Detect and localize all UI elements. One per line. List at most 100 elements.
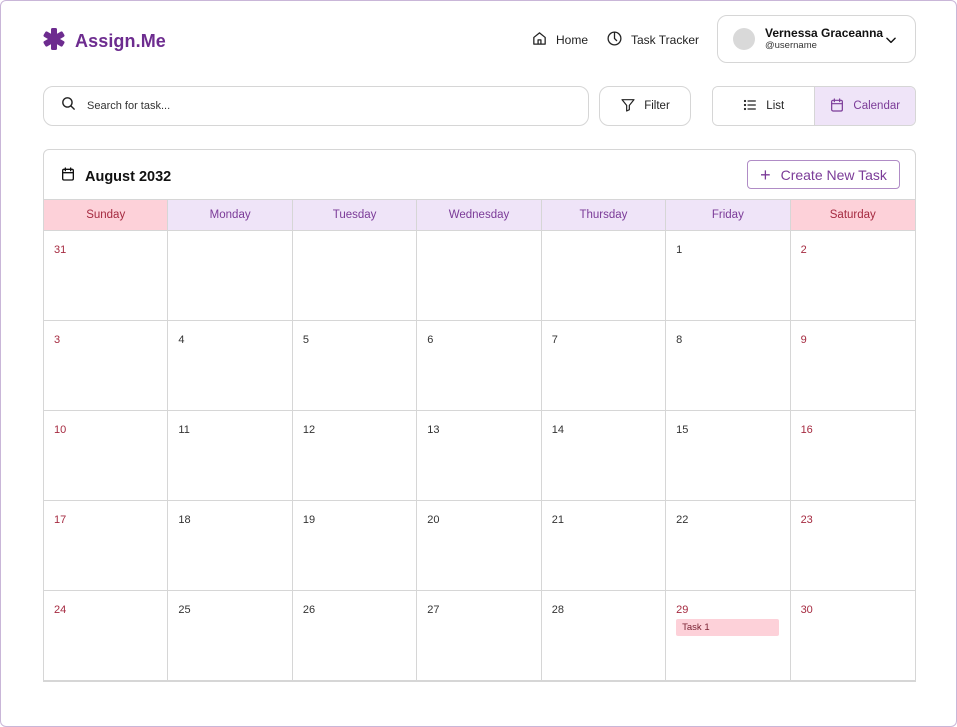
day-number: 2 (800, 244, 807, 256)
calendar-grid: 31 1 2 3 4 5 6 7 8 9 10 11 12 13 14 15 1… (44, 231, 915, 681)
day-number: 22 (676, 514, 689, 526)
day-number: 5 (302, 334, 309, 346)
user-info: Vernessa Graceanna @username (765, 26, 883, 52)
day-cell[interactable]: 11 (168, 411, 293, 501)
day-number: 16 (800, 424, 813, 436)
day-number: 17 (54, 514, 67, 526)
day-cell[interactable]: 1 (666, 231, 791, 321)
day-cell[interactable]: 31 (44, 231, 169, 321)
day-cell[interactable]: 3 (44, 321, 169, 411)
filter-button[interactable]: Filter (599, 86, 691, 126)
calendar-view-button[interactable]: Calendar (814, 87, 915, 125)
day-cell[interactable]: 22 (666, 501, 791, 591)
calendar-header: August 2032 + Create New Task (44, 150, 915, 200)
filter-icon (620, 97, 636, 116)
search-input[interactable] (87, 100, 487, 112)
calendar-panel: August 2032 + Create New Task Sunday Mon… (43, 149, 916, 682)
day-number: 8 (676, 334, 683, 346)
weekday-header: Monday (168, 200, 293, 230)
day-cell[interactable]: 23 (790, 501, 915, 591)
brand-logo[interactable]: Assign.Me (42, 27, 166, 56)
day-cell[interactable]: 16 (790, 411, 915, 501)
view-toggle: List Calendar (712, 86, 916, 126)
user-menu[interactable]: Vernessa Graceanna @username (717, 15, 916, 63)
weekday-header: Sunday (44, 200, 169, 230)
day-cell[interactable]: 25 (168, 591, 293, 681)
month-label: August 2032 (85, 168, 172, 185)
weekday-header-row: Sunday Monday Tuesday Wednesday Thursday… (44, 200, 915, 231)
day-number: 6 (427, 334, 434, 346)
day-number: 3 (54, 334, 61, 346)
day-cell[interactable]: 19 (292, 501, 418, 591)
day-number: 14 (551, 424, 564, 436)
day-cell[interactable]: 7 (541, 321, 667, 411)
search-bar (43, 86, 589, 126)
day-cell[interactable]: 18 (168, 501, 293, 591)
day-cell[interactable] (417, 231, 542, 321)
day-number: 29 (676, 604, 689, 616)
day-number: 21 (551, 514, 564, 526)
day-cell[interactable] (292, 231, 418, 321)
user-handle: @username (765, 40, 817, 51)
day-number: 11 (178, 424, 190, 436)
chevron-down-icon (884, 33, 898, 47)
day-cell[interactable] (168, 231, 293, 321)
list-view-button[interactable]: List (713, 87, 815, 125)
task-chip[interactable]: Task 1 (676, 619, 780, 636)
day-cell[interactable]: 26 (292, 591, 418, 681)
day-cell[interactable]: 27 (417, 591, 542, 681)
day-cell[interactable]: 21 (541, 501, 667, 591)
day-cell[interactable]: 30 (790, 591, 915, 681)
day-cell[interactable]: 14 (541, 411, 667, 501)
day-cell[interactable]: 28 (541, 591, 667, 681)
timer-icon (606, 30, 623, 50)
day-cell[interactable]: 2 (790, 231, 915, 321)
day-cell[interactable]: 9 (790, 321, 915, 411)
day-number: 15 (676, 424, 689, 436)
user-name: Vernessa Graceanna (765, 26, 884, 40)
day-cell[interactable]: 5 (292, 321, 418, 411)
list-icon (742, 97, 758, 116)
day-cell[interactable]: 10 (44, 411, 169, 501)
asterisk-logo-icon (42, 27, 66, 56)
home-icon (531, 30, 548, 50)
weekday-header: Saturday (790, 200, 915, 230)
day-number: 28 (551, 604, 564, 616)
day-cell[interactable]: 12 (292, 411, 418, 501)
day-number: 31 (54, 244, 67, 256)
calendar-icon (60, 166, 76, 187)
nav-task-tracker[interactable]: Task Tracker (606, 30, 699, 50)
day-number: 13 (427, 424, 440, 436)
day-cell[interactable]: 4 (168, 321, 293, 411)
day-number: 4 (178, 334, 185, 346)
day-cell[interactable]: 24 (44, 591, 169, 681)
weekday-header: Thursday (541, 200, 667, 230)
day-cell[interactable]: 17 (44, 501, 169, 591)
day-number: 18 (178, 514, 191, 526)
search-icon (60, 95, 77, 117)
plus-icon: + (760, 164, 771, 185)
month-title: August 2032 (60, 166, 171, 187)
day-number: 10 (54, 424, 67, 436)
day-number: 24 (54, 604, 67, 616)
day-number: 7 (551, 334, 558, 346)
create-task-button[interactable]: + Create New Task (747, 160, 900, 189)
day-cell[interactable]: 15 (666, 411, 791, 501)
weekday-header: Friday (666, 200, 791, 230)
weekday-header: Wednesday (417, 200, 542, 230)
nav-home[interactable]: Home (531, 30, 588, 50)
filter-label: Filter (644, 100, 670, 112)
day-number: 20 (427, 514, 440, 526)
day-cell[interactable]: 8 (666, 321, 791, 411)
day-number: 9 (800, 334, 807, 346)
day-cell[interactable]: 6 (417, 321, 542, 411)
day-cell[interactable]: 29 Task 1 (666, 591, 791, 681)
nav-home-label: Home (556, 33, 589, 47)
day-number: 30 (800, 604, 813, 616)
day-cell[interactable] (541, 231, 667, 321)
day-number: 23 (800, 514, 813, 526)
day-cell[interactable]: 20 (417, 501, 542, 591)
day-number: 12 (302, 424, 316, 436)
app-window: Assign.Me Home Task Tracker Vernessa Gra… (0, 0, 957, 727)
day-cell[interactable]: 13 (417, 411, 542, 501)
